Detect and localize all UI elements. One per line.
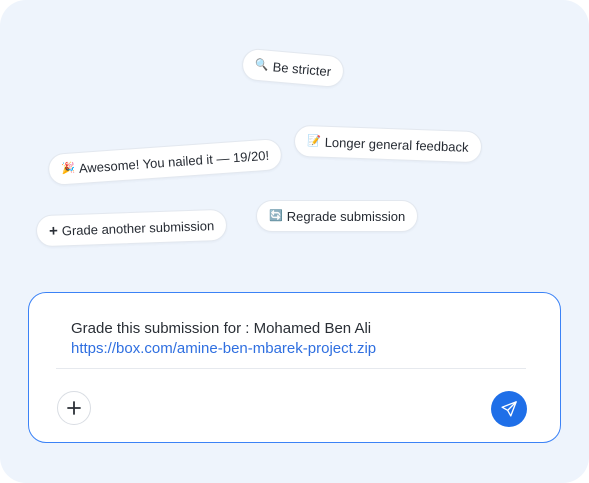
chat-canvas: 🔍 Be stricter 📝 Longer general feedback … bbox=[0, 0, 589, 483]
refresh-icon: 🔄 bbox=[269, 209, 283, 222]
suggestion-longer-feedback[interactable]: 📝 Longer general feedback bbox=[293, 124, 483, 164]
suggestion-be-stricter[interactable]: 🔍 Be stricter bbox=[240, 47, 346, 89]
message-input[interactable]: Grade this submission for : Mohamed Ben … bbox=[71, 319, 376, 359]
suggestion-awesome[interactable]: 🎉 Awesome! You nailed it — 19/20! bbox=[47, 137, 284, 187]
suggestion-label: Regrade submission bbox=[286, 208, 406, 224]
message-composer[interactable]: Grade this submission for : Mohamed Ben … bbox=[28, 292, 561, 443]
suggestion-regrade[interactable]: 🔄 Regrade submission bbox=[256, 200, 419, 232]
magnifier-icon: 🔍 bbox=[254, 58, 270, 72]
add-attachment-button[interactable] bbox=[57, 391, 91, 425]
plus-icon bbox=[67, 401, 81, 415]
suggestion-label: Longer general feedback bbox=[324, 134, 469, 155]
send-button[interactable] bbox=[491, 391, 527, 427]
submission-link[interactable]: https://box.com/amine-ben-mbarek-project… bbox=[71, 339, 376, 359]
plus-icon: + bbox=[48, 222, 59, 240]
suggestion-label: Grade another submission bbox=[61, 217, 215, 238]
suggestion-label: Awesome! You nailed it — 19/20! bbox=[78, 147, 270, 176]
send-icon bbox=[501, 401, 517, 417]
composer-divider bbox=[56, 368, 526, 369]
suggestion-grade-another[interactable]: + Grade another submission bbox=[35, 208, 228, 248]
message-text: Grade this submission for : Mohamed Ben … bbox=[71, 320, 372, 337]
party-popper-icon: 🎉 bbox=[60, 161, 76, 175]
suggestion-label: Be stricter bbox=[272, 58, 332, 79]
memo-icon: 📝 bbox=[306, 134, 321, 148]
